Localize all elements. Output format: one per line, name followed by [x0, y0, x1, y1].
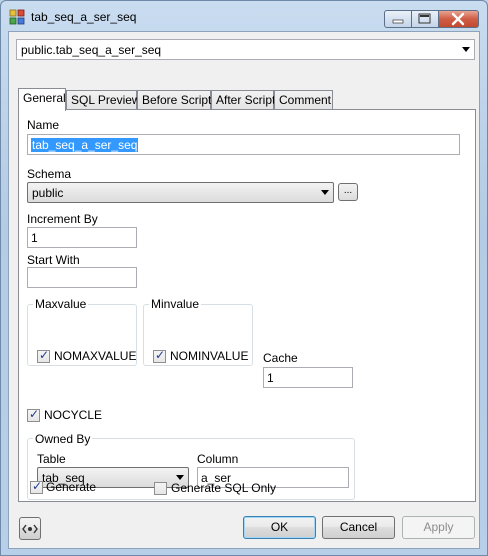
- cache-value: 1: [267, 371, 274, 385]
- chevron-down-icon[interactable]: [321, 190, 329, 195]
- schema-browse-button[interactable]: ...: [338, 183, 358, 201]
- general-panel: Name tab_seq_a_ser_seq Schema public ...…: [18, 109, 476, 502]
- tab-after-script-label: After Script: [216, 93, 276, 107]
- tab-after-script[interactable]: After Script: [211, 90, 276, 110]
- tab-sql-preview-label: SQL Preview: [71, 93, 141, 107]
- nocycle-label: NOCYCLE: [44, 408, 103, 422]
- chevron-down-icon[interactable]: [176, 475, 184, 480]
- table-label: Table: [37, 452, 66, 466]
- tab-before-script-label: Before Script: [142, 93, 212, 107]
- object-selector[interactable]: public.tab_seq_a_ser_seq: [16, 39, 475, 60]
- close-icon: [451, 12, 465, 26]
- minimize-button[interactable]: [384, 10, 412, 28]
- start-with-field[interactable]: [27, 267, 137, 288]
- owned-by-title: Owned By: [33, 432, 93, 446]
- schema-value: public: [32, 186, 64, 200]
- tab-sql-preview[interactable]: SQL Preview: [66, 90, 141, 110]
- nominvalue-label: NOMINVALUE: [170, 349, 249, 363]
- dialog-client-area: public.tab_seq_a_ser_seq General SQL Pre…: [8, 31, 480, 549]
- nomaxvalue-label: NOMAXVALUE: [54, 349, 137, 363]
- sequence-app-icon: [9, 9, 25, 25]
- nomaxvalue-checkbox[interactable]: [37, 348, 50, 363]
- increment-label: Increment By: [27, 212, 98, 226]
- nocycle-checkbox[interactable]: [27, 407, 40, 422]
- dialog-window: tab_seq_a_ser_seq public.tab_seq_a_ser_s…: [0, 0, 488, 556]
- minvalue-title: Minvalue: [149, 297, 202, 311]
- increment-value: 1: [31, 231, 38, 245]
- tab-before-script[interactable]: Before Script: [137, 90, 211, 110]
- maximize-button[interactable]: [412, 10, 439, 28]
- schema-label: Schema: [27, 167, 72, 181]
- generate-checkbox[interactable]: [30, 479, 43, 494]
- schema-dropdown[interactable]: public: [27, 182, 334, 203]
- cache-label: Cache: [263, 351, 298, 365]
- close-button[interactable]: [439, 10, 479, 28]
- tab-comment[interactable]: Comment: [274, 90, 333, 110]
- cancel-button[interactable]: Cancel: [322, 516, 395, 539]
- name-field[interactable]: tab_seq_a_ser_seq: [27, 134, 460, 155]
- object-selector-value: public.tab_seq_a_ser_seq: [21, 43, 162, 57]
- name-label: Name: [27, 118, 60, 132]
- ok-button[interactable]: OK: [243, 516, 316, 539]
- increment-field[interactable]: 1: [27, 227, 137, 248]
- minimize-icon: [392, 19, 404, 24]
- tab-comment-label: Comment: [279, 93, 332, 107]
- generate-sql-only-checkbox[interactable]: [154, 482, 167, 495]
- code-toggle-icon: [22, 524, 38, 534]
- sql-toggle-button[interactable]: [19, 517, 41, 540]
- generate-sql-only-label: Generate SQL Only: [171, 481, 276, 495]
- title-bar[interactable]: tab_seq_a_ser_seq: [1, 1, 487, 31]
- tab-general-label: General: [23, 91, 66, 105]
- generate-label: Generate: [46, 480, 97, 494]
- apply-button[interactable]: Apply: [402, 516, 475, 539]
- name-value: tab_seq_a_ser_seq: [31, 138, 139, 152]
- column-label: Column: [197, 452, 239, 466]
- window-title: tab_seq_a_ser_seq: [31, 10, 137, 24]
- cache-field[interactable]: 1: [263, 367, 353, 388]
- maximize-icon: [418, 13, 431, 24]
- maxvalue-title: Maxvalue: [33, 297, 89, 311]
- chevron-down-icon[interactable]: [462, 47, 470, 52]
- nominvalue-checkbox[interactable]: [153, 348, 166, 363]
- start-with-label: Start With: [27, 253, 80, 267]
- tab-general[interactable]: General: [18, 88, 66, 111]
